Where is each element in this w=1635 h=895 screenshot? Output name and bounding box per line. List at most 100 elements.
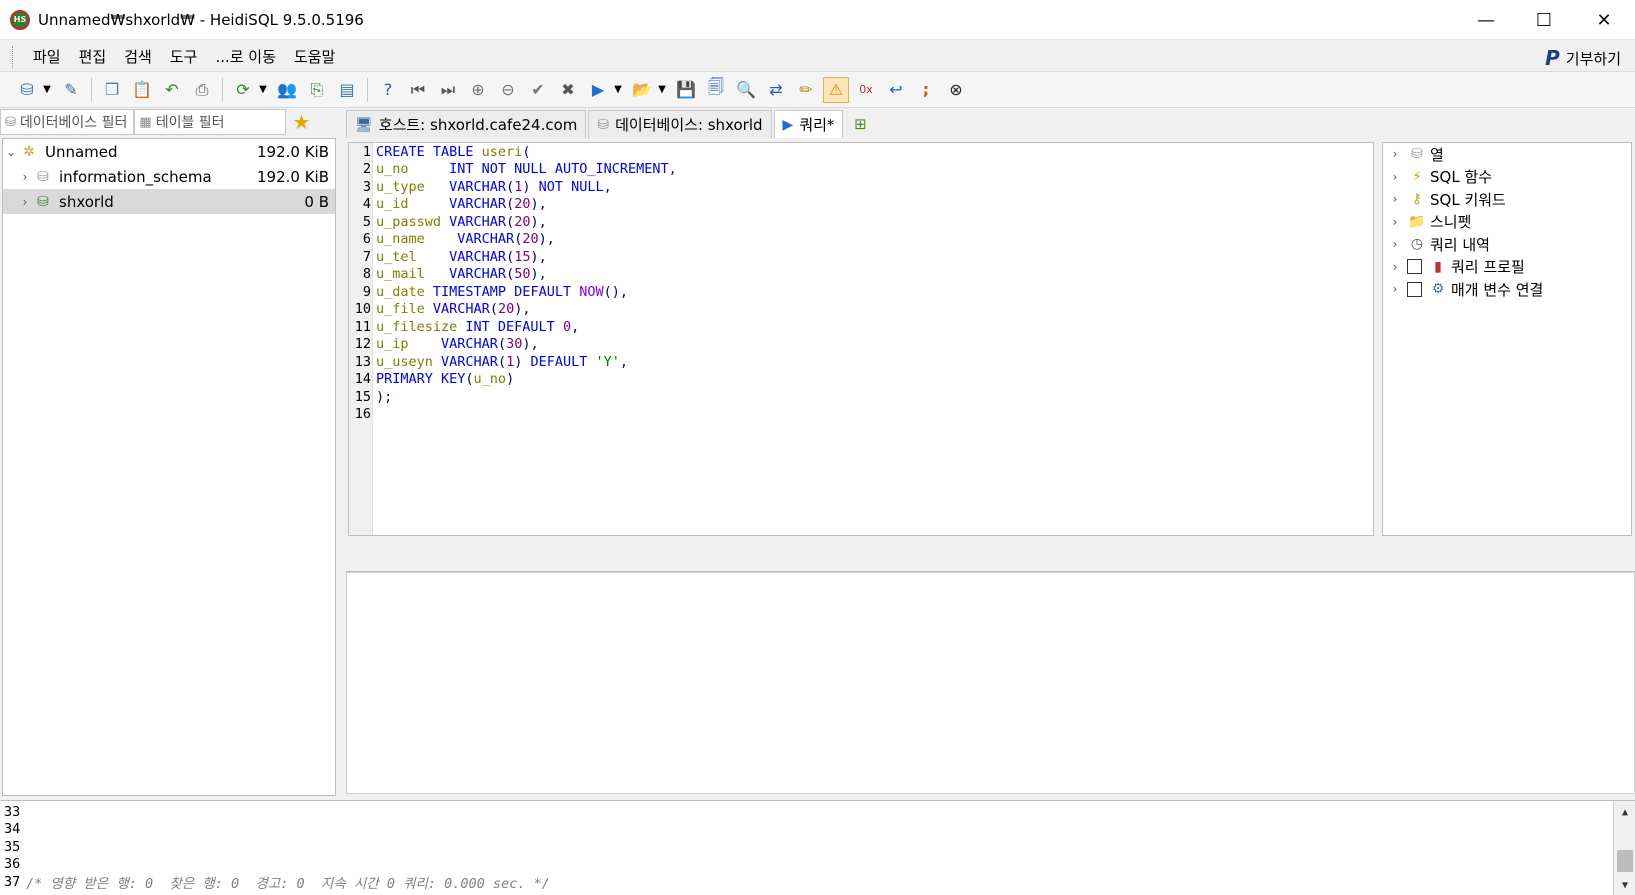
replace-icon[interactable]: ⇄ <box>763 77 789 103</box>
post-record-icon[interactable]: ✔ <box>525 77 551 103</box>
code-line: 12 u_ip VARCHAR(30), <box>354 336 539 353</box>
insert-record-icon[interactable]: ⊕ <box>465 77 491 103</box>
first-record-icon[interactable]: ⏮ <box>405 77 431 103</box>
menu-tools[interactable]: 도구 <box>161 46 207 67</box>
delete-record-icon[interactable]: ⊖ <box>495 77 521 103</box>
expand-chevron-icon[interactable]: › <box>1383 260 1407 274</box>
close-button[interactable]: ✕ <box>1575 0 1633 40</box>
delimiter-icon[interactable]: ; <box>913 77 939 103</box>
expand-chevron-icon[interactable]: › <box>1383 147 1407 161</box>
tree-row-shxorld[interactable]: › ⛁ shxorld 0 B <box>3 189 335 214</box>
minimize-button[interactable]: — <box>1457 0 1515 40</box>
menu-file[interactable]: 파일 <box>24 46 70 67</box>
title-bar: HS Unnamed₩shxorld₩ - HeidiSQL 9.5.0.519… <box>0 0 1635 40</box>
user-manager-icon[interactable]: 👥 <box>274 77 300 103</box>
copy-icon[interactable]: ❐ <box>99 77 125 103</box>
run-dropdown-icon[interactable]: ▼ <box>611 77 625 103</box>
code-line: 10 u_file VARCHAR(20), <box>354 301 531 318</box>
expand-chevron-icon[interactable]: › <box>1383 170 1407 184</box>
scroll-up-icon[interactable]: ▲ <box>1614 803 1635 821</box>
exit-icon[interactable]: ⊗ <box>943 77 969 103</box>
helper-columns[interactable]: › ⛁ 열 <box>1383 143 1631 166</box>
paste-icon[interactable]: 📋 <box>129 77 155 103</box>
database-tree: ⌄ ✲ Unnamed 192.0 KiB › ⛁ information_sc… <box>2 138 336 796</box>
new-query-tab-icon[interactable]: ⊞ <box>845 110 875 138</box>
cancel-record-icon[interactable]: ✖ <box>555 77 581 103</box>
refresh-dropdown-icon[interactable]: ▼ <box>256 77 270 103</box>
scroll-down-icon[interactable]: ▼ <box>1614 876 1635 894</box>
lightning-icon: ⚡ <box>1412 168 1422 185</box>
expand-chevron-icon[interactable]: › <box>17 170 33 184</box>
load-sql-icon[interactable]: 📂 <box>629 77 655 103</box>
stop-on-error-icon[interactable]: ⚠ <box>823 76 849 103</box>
collapse-chevron-icon[interactable]: ⌄ <box>3 145 19 159</box>
helper-query-profile[interactable]: › ▮ 쿼리 프로필 <box>1383 256 1631 279</box>
database-filter-tab[interactable]: ⛁ 데이터베이스 필터 <box>0 109 135 135</box>
find-icon[interactable]: 🔍 <box>733 77 759 103</box>
maintenance-icon[interactable]: ▤ <box>334 77 360 103</box>
expand-chevron-icon[interactable]: › <box>1383 282 1407 296</box>
sql-editor[interactable]: 1 CREATE TABLE useri( 2 u_no INT NOT NULL … <box>348 142 1374 536</box>
session-manager-icon[interactable]: ⛁ <box>14 77 40 103</box>
main-toolbar: ⛁ ▼ ✎ ❐ 📋 ↶ ⎙ ⟳ ▼ 👥 ⎘ ▤ ? ⏮ ⏭ ⊕ ⊖ ✔ ✖ ▶ … <box>0 72 1635 108</box>
table-icon: ▦ <box>139 114 152 130</box>
helper-sql-keywords[interactable]: › ⚷ SQL 키워드 <box>1383 188 1631 211</box>
menu-bar: 파일 편집 검색 도구 ...로 이동 도움말 P 기부하기 <box>0 42 1635 72</box>
database-icon: ⛁ <box>37 168 49 185</box>
menu-help[interactable]: 도움말 <box>285 46 344 67</box>
scroll-thumb[interactable] <box>1617 850 1633 872</box>
code-line: 9 u_date TIMESTAMP DEFAULT NOW(), <box>362 283 628 300</box>
menu-edit[interactable]: 편집 <box>70 46 116 67</box>
hex-icon[interactable]: 0x <box>853 77 879 103</box>
print-icon[interactable]: ⎙ <box>189 77 215 103</box>
table-filter-tab[interactable]: ▦ 테이블 필터 <box>134 109 287 135</box>
tree-row-information-schema[interactable]: › ⛁ information_schema 192.0 KiB <box>3 164 335 189</box>
code-line: 1 CREATE TABLE useri( <box>362 143 531 160</box>
log-message: /* 영향 받은 행: 0 찾은 행: 0 경고: 0 지속 시간 0 쿼리: … <box>26 875 550 892</box>
query-profile-checkbox[interactable] <box>1407 259 1422 275</box>
database-filter-label: 데이터베이스 필터 <box>19 115 128 131</box>
undo-icon[interactable]: ↶ <box>159 77 185 103</box>
bind-parameters-checkbox[interactable] <box>1407 281 1422 297</box>
help-icon[interactable]: ? <box>375 77 401 103</box>
tab-host[interactable]: 🖥 호스트: shxorld.cafe24.com <box>346 110 587 138</box>
run-query-icon[interactable]: ▶ <box>585 77 611 103</box>
log-line: 35 <box>4 838 21 855</box>
format-sql-icon[interactable]: ✏ <box>793 77 819 103</box>
log-line: 37/* 영향 받은 행: 0 찾은 행: 0 경고: 0 지속 시간 0 쿼리… <box>4 873 550 892</box>
helper-query-history[interactable]: › ◷ 쿼리 내역 <box>1383 233 1631 256</box>
helper-label: 매개 변수 연결 <box>1451 280 1544 299</box>
wrap-icon[interactable]: ↩ <box>883 77 909 103</box>
donate-button[interactable]: P 기부하기 <box>1545 46 1621 70</box>
helper-snippets[interactable]: › 📁 스니펫 <box>1383 211 1631 234</box>
favorites-star-icon[interactable]: ★ <box>286 109 316 135</box>
table-filter-label: 테이블 필터 <box>155 115 225 131</box>
save-as-icon[interactable]: 🗐 <box>703 77 729 103</box>
export-icon[interactable]: ⎘ <box>304 77 330 103</box>
session-dropdown-icon[interactable]: ▼ <box>40 77 54 103</box>
helper-sql-functions[interactable]: › ⚡ SQL 함수 <box>1383 166 1631 189</box>
log-scrollbar[interactable]: ▲ ▼ <box>1613 801 1635 895</box>
tab-query-label: 쿼리* <box>799 116 835 134</box>
refresh-icon[interactable]: ⟳ <box>230 77 256 103</box>
expand-chevron-icon[interactable]: › <box>1383 192 1407 206</box>
filter-tabs: ⛁ 데이터베이스 필터 ▦ 테이블 필터 ★ <box>0 108 336 136</box>
expand-chevron-icon[interactable]: › <box>17 195 33 209</box>
last-record-icon[interactable]: ⏭ <box>435 77 461 103</box>
expand-chevron-icon[interactable]: › <box>1383 237 1407 251</box>
log-line: 33 <box>4 803 21 820</box>
menu-search[interactable]: 검색 <box>115 46 161 67</box>
expand-chevron-icon[interactable]: › <box>1383 215 1407 229</box>
maximize-button[interactable]: ☐ <box>1515 0 1573 40</box>
tab-database[interactable]: ⛁ 데이터베이스: shxorld <box>588 110 772 138</box>
helper-bind-parameters[interactable]: › ⚙ 매개 변수 연결 <box>1383 278 1631 301</box>
tree-row-server[interactable]: ⌄ ✲ Unnamed 192.0 KiB <box>3 139 335 164</box>
save-icon[interactable]: 💾 <box>673 77 699 103</box>
helper-label: 스니펫 <box>1430 213 1472 232</box>
menu-goto[interactable]: ...로 이동 <box>206 46 284 67</box>
results-splitter[interactable] <box>346 538 1635 572</box>
tab-query[interactable]: ▶ 쿼리* <box>773 110 844 138</box>
load-dropdown-icon[interactable]: ▼ <box>655 77 669 103</box>
disconnect-icon[interactable]: ✎ <box>58 77 84 103</box>
code-line: 7 u_tel VARCHAR(15), <box>362 248 547 265</box>
